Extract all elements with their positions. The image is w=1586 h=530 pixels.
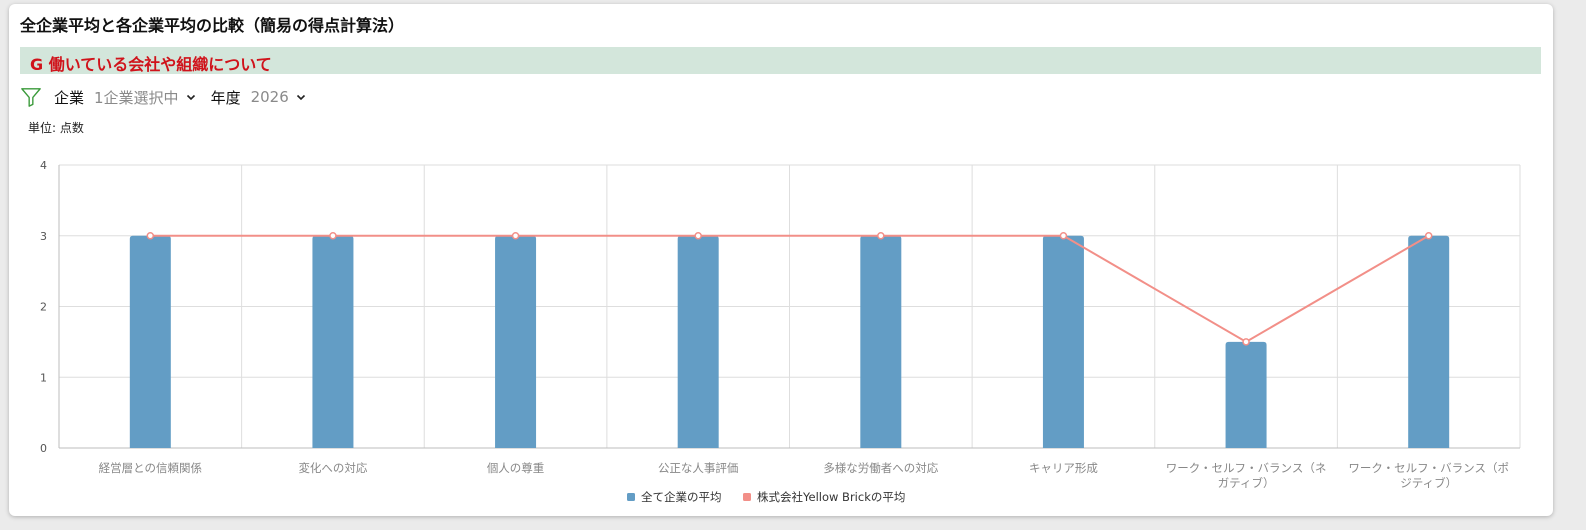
legend-swatch-line[interactable] (743, 493, 751, 501)
bar[interactable] (129, 235, 171, 448)
line-point[interactable] (1424, 232, 1433, 240)
y-tick-label: 1 (40, 371, 47, 384)
bar[interactable] (1042, 235, 1084, 448)
bar[interactable] (495, 235, 537, 448)
bar[interactable] (860, 235, 902, 448)
legend-label-bar[interactable]: 全て企業の平均 (641, 490, 722, 504)
line-point[interactable] (146, 232, 155, 240)
y-tick-label: 4 (40, 159, 47, 172)
bar[interactable] (677, 235, 719, 448)
x-tick-label: 多様な労働者への対応 (823, 461, 938, 475)
bar[interactable] (312, 235, 354, 448)
bar-line-chart: 0 1 2 3 4 経営層との信頼関係 変化への対応 個人の尊重 公正な人事評価 多様な労働者への… (40, 159, 1521, 504)
line-point[interactable] (1059, 232, 1068, 240)
y-tick-label: 0 (40, 442, 47, 455)
x-tick-label: キャリア形成 (1029, 461, 1098, 475)
line-point[interactable] (1242, 338, 1250, 346)
x-tick-label: 個人の尊重 (487, 461, 545, 475)
line-point[interactable] (877, 232, 885, 240)
x-tick-label: ワーク・セルフ・バランス（ポジティブ） (1348, 461, 1509, 490)
y-tick-label: 3 (40, 230, 47, 243)
line-point[interactable] (329, 232, 337, 240)
x-tick-label: 経営層との信頼関係 (99, 461, 202, 475)
y-tick-label: 2 (40, 301, 47, 314)
legend-swatch-bar[interactable] (627, 493, 635, 501)
x-tick-label: 変化への対応 (298, 461, 367, 475)
x-tick-label: ワーク・セルフ・バランス（ネガティブ） (1166, 461, 1327, 490)
x-tick-label: 公正な人事評価 (658, 461, 739, 475)
line-point[interactable] (511, 232, 520, 240)
bar[interactable] (1408, 235, 1450, 448)
legend-label-line[interactable]: 株式会社Yellow Brickの平均 (757, 490, 905, 504)
line-point[interactable] (694, 232, 702, 240)
bar[interactable] (1225, 341, 1267, 448)
